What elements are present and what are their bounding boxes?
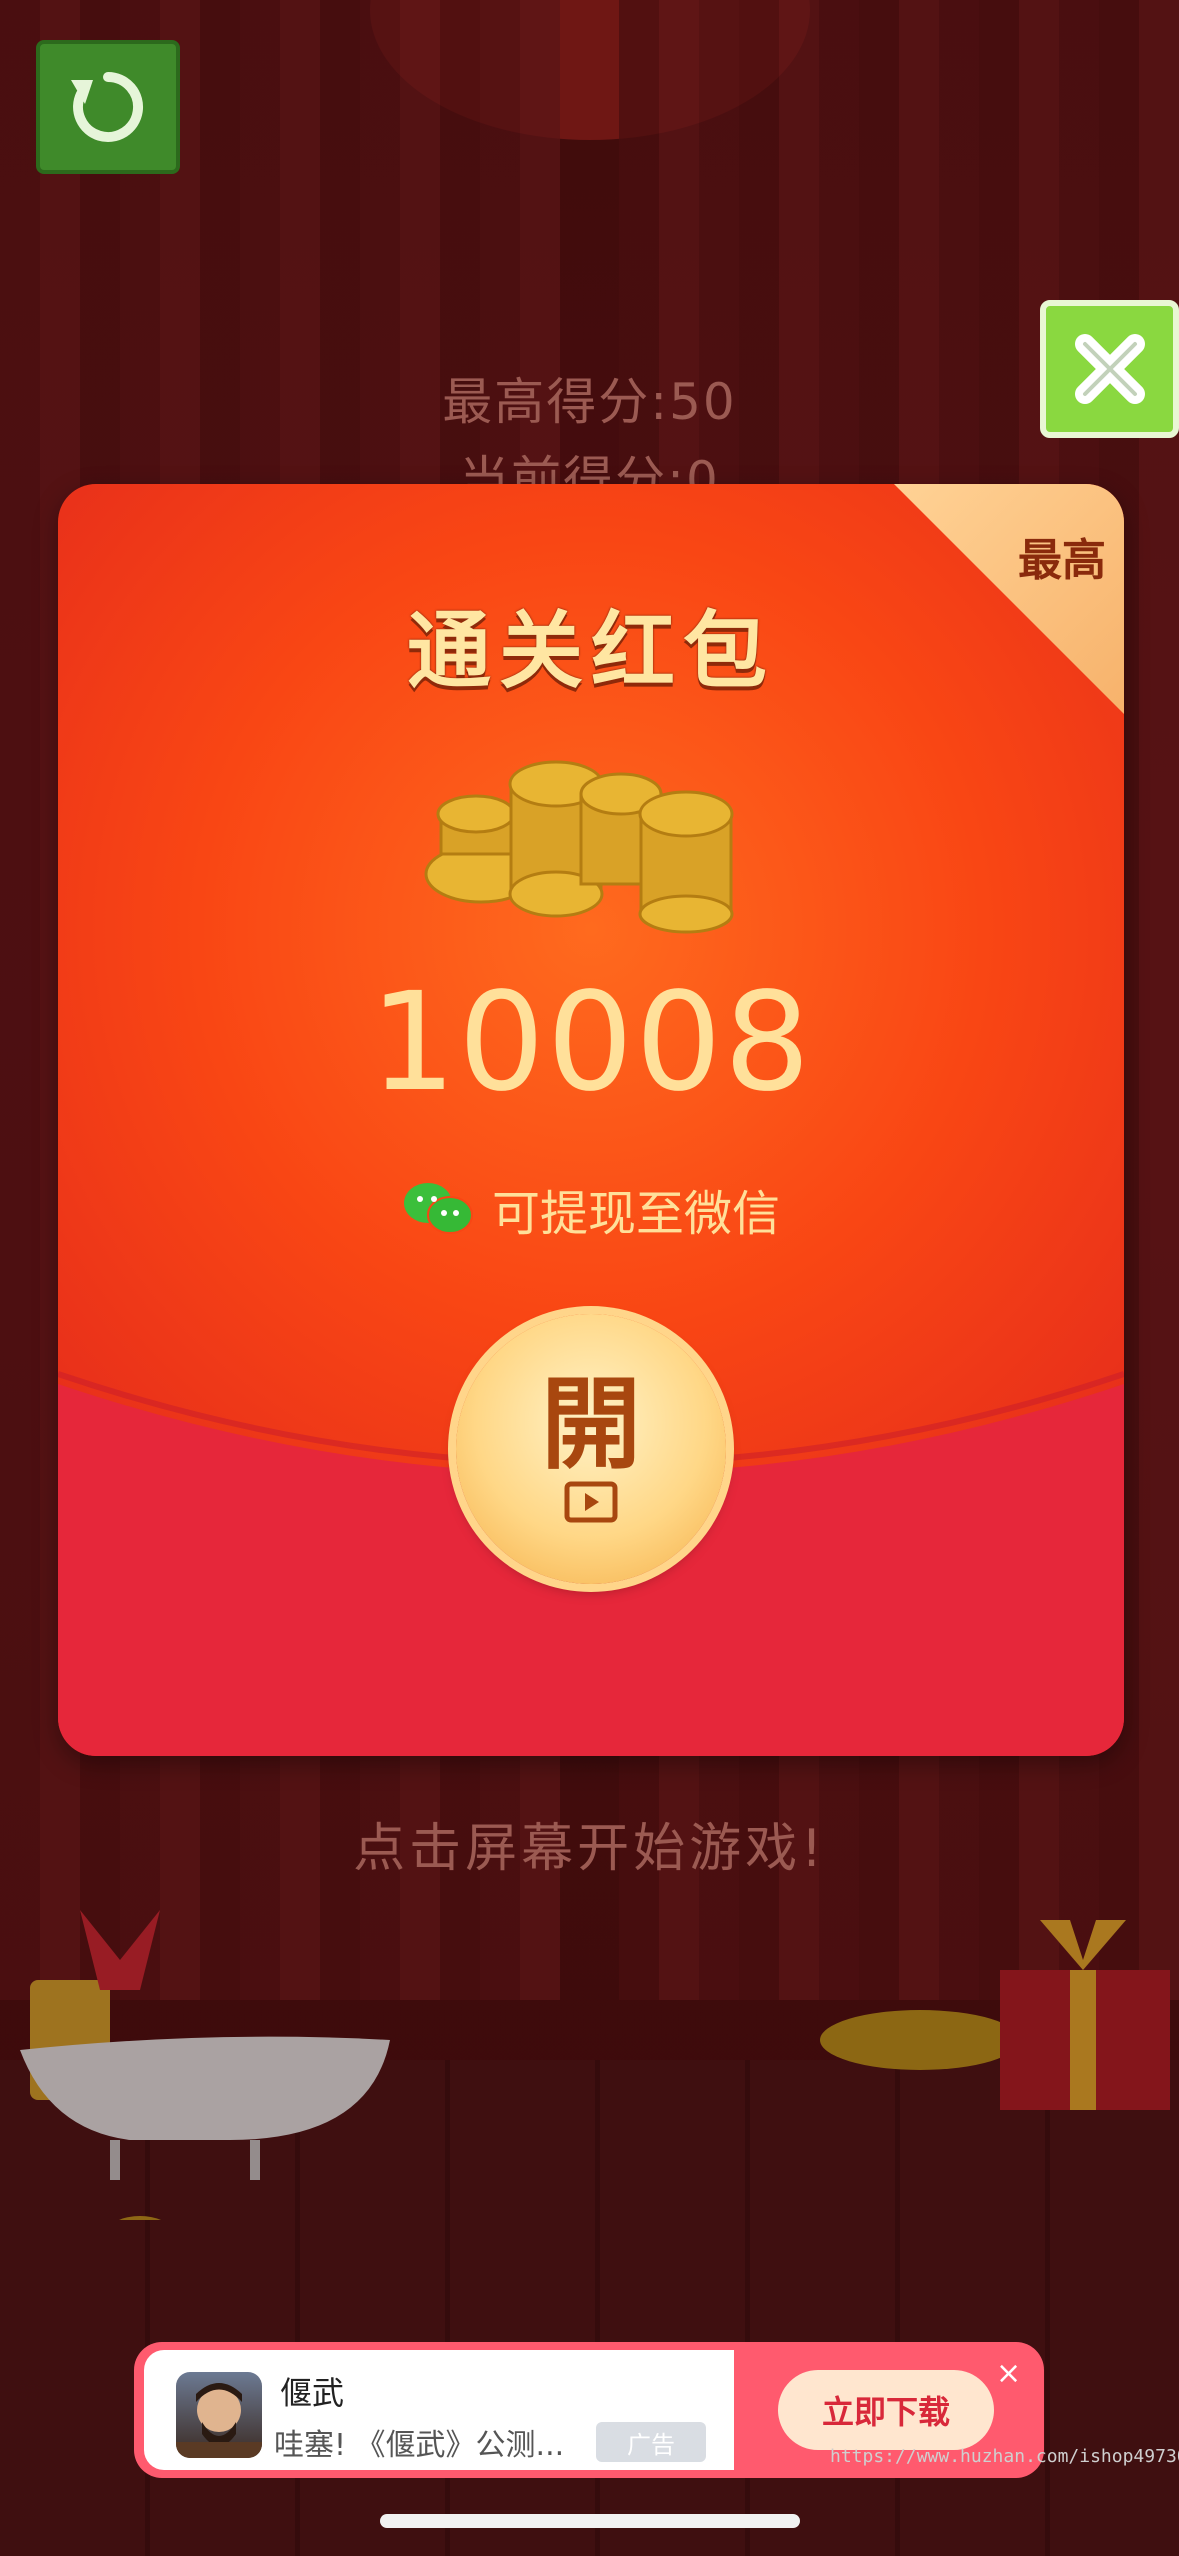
red-packet-card: 最高 通关红包 10008 可提现至微信 開 [58, 484, 1124, 1756]
ad-title: 偃武 [280, 2374, 345, 2412]
close-icon [1074, 334, 1145, 404]
withdraw-text: 可提现至微信 [491, 1186, 780, 1242]
ad-close-icon[interactable]: × [996, 2356, 1021, 2391]
withdraw-wechat-row: 可提现至微信 [58, 1174, 1124, 1244]
coins-icon [424, 760, 734, 934]
ad-card: 偃武 哇塞! 《偃武》公测... 广告 [144, 2350, 734, 2470]
packet-title: 通关红包 [406, 602, 775, 700]
wechat-icon [403, 1183, 473, 1234]
home-indicator[interactable] [380, 2514, 800, 2528]
start-game-hint: 点击屏幕开始游戏! [353, 1819, 826, 1879]
ad-app-icon [176, 2372, 262, 2458]
close-button[interactable] [1040, 300, 1179, 438]
video-icon [564, 1481, 618, 1523]
open-packet-button[interactable]: 開 [456, 1314, 726, 1584]
ad-description: 哇塞! 《偃武》公测... [274, 2428, 565, 2463]
ad-tag: 广告 [596, 2422, 706, 2462]
watermark-text: https://www.huzhan.com/ishop49730 [830, 2446, 1179, 2467]
reward-amount: 10008 [369, 964, 813, 1122]
corner-badge: 最高 [1018, 535, 1106, 586]
open-label: 開 [541, 1365, 641, 1483]
download-button[interactable]: 立即下载 [778, 2370, 994, 2450]
restart-button[interactable] [36, 40, 180, 174]
refresh-icon [71, 72, 143, 142]
best-score: 最高得分:50 [442, 373, 737, 431]
